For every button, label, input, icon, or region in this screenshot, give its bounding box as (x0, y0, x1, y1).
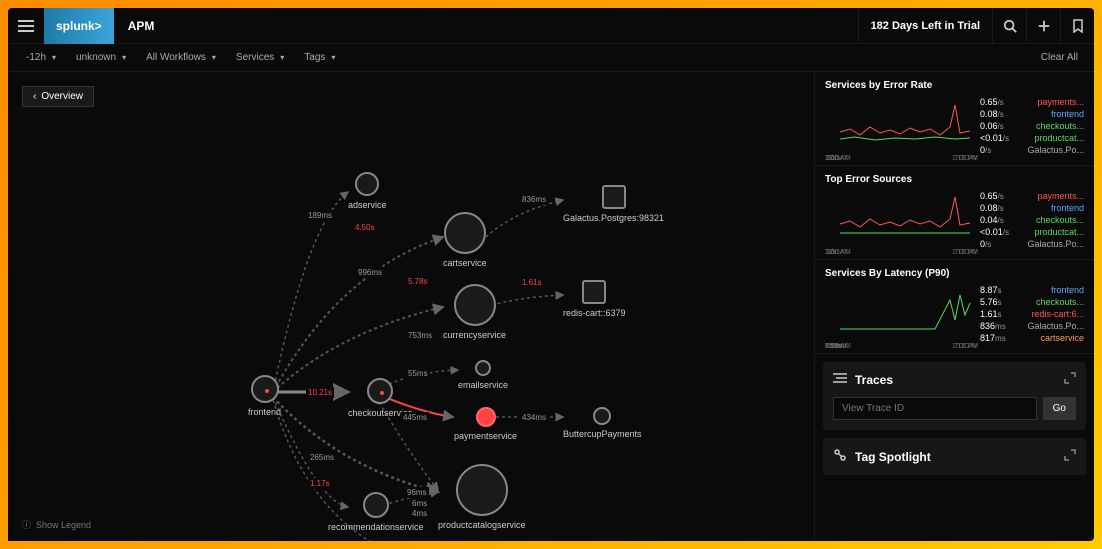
edge-label: 5.78s (406, 276, 430, 287)
latency-panel: Services By Latency (P90) 1.67s 1.11s 55… (815, 260, 1094, 354)
metric-item[interactable]: 1.61sredis-cart:6... (980, 309, 1084, 319)
hamburger-menu-icon[interactable] (8, 8, 44, 44)
node-cartservice[interactable]: cartservice (443, 212, 487, 268)
metric-item[interactable]: 0.08/sfrontend (980, 109, 1084, 119)
panel-title: Top Error Sources (825, 174, 1084, 185)
edge-label: 1.61s (520, 277, 544, 288)
node-paymentservice[interactable]: paymentservice (454, 407, 517, 441)
trial-status: 182 Days Left in Trial (858, 8, 992, 43)
node-emailservice[interactable]: emailservice (458, 360, 508, 390)
topbar: splunk> APM 182 Days Left in Trial (8, 8, 1094, 44)
edge-label: 265ms (308, 452, 336, 463)
show-legend-button[interactable]: ⓘ Show Legend (22, 518, 91, 531)
traces-title: Traces (855, 373, 893, 387)
add-icon[interactable] (1026, 8, 1060, 44)
expand-icon[interactable] (1064, 449, 1076, 464)
edge-label: 10.21s (306, 387, 334, 398)
node-productcatalogservice[interactable]: productcatalogservice (438, 464, 526, 530)
info-icon: ⓘ (22, 518, 31, 531)
metric-item[interactable]: 0/sGalactus.Po... (980, 239, 1084, 249)
expand-icon[interactable] (1064, 372, 1076, 387)
node-redis[interactable]: redis-cart::6379 (563, 280, 626, 318)
traces-panel: Traces Go (823, 362, 1086, 430)
edge-label: 55ms (406, 368, 430, 379)
go-button[interactable]: Go (1043, 397, 1076, 420)
search-icon[interactable] (992, 8, 1026, 44)
latency-chart[interactable]: 1.67s 1.11s 555ms 0ms 1:00 AM 1:10 PM TO… (825, 285, 980, 340)
node-frontend[interactable]: frontend (248, 375, 281, 417)
edge-label: 189ms (306, 210, 334, 221)
node-currencyservice[interactable]: currencyservice (443, 284, 506, 340)
spotlight-title: Tag Spotlight (855, 450, 931, 464)
service-map[interactable]: ‹ Overview frontend ad (8, 72, 814, 541)
edge-label: 836ms (520, 194, 548, 205)
metric-item[interactable]: <0.01/sproductcat... (980, 133, 1084, 143)
edge-label: 96ms (405, 487, 429, 498)
metric-item[interactable]: 0.08/sfrontend (980, 203, 1084, 213)
panel-title: Services By Latency (P90) (825, 268, 1084, 279)
latency-list: 8.87sfrontend 5.76scheckouts... 1.61sredis… (980, 285, 1084, 345)
edge-label: 753ms (406, 330, 434, 341)
metric-item[interactable]: 0.65/spayments... (980, 97, 1084, 107)
metric-item[interactable]: 8.87sfrontend (980, 285, 1084, 295)
error-rate-panel: Services by Error Rate .5/s .25/s 1:00 A… (815, 72, 1094, 166)
show-legend-label: Show Legend (36, 520, 91, 530)
metric-item[interactable]: 5.76scheckouts... (980, 297, 1084, 307)
filter-bar: -12h unknown All Workflows Services Tags… (8, 44, 1094, 72)
edge-label: 1.17s (308, 478, 332, 489)
clear-all-button[interactable]: Clear All (1033, 52, 1086, 63)
error-rate-list: 0.65/spayments... 0.08/sfrontend 0.06/sche… (980, 97, 1084, 157)
services-filter[interactable]: Services (226, 44, 294, 71)
edge-label: 434ms (520, 412, 548, 423)
metric-item[interactable]: 836msGalactus.Po... (980, 321, 1084, 331)
dependency-graph-edges (8, 72, 814, 541)
bookmark-icon[interactable] (1060, 8, 1094, 44)
time-filter[interactable]: -12h (16, 44, 66, 71)
metric-item[interactable]: 817mscartservice (980, 333, 1084, 343)
edge-label: 4.50s (353, 222, 377, 233)
node-adservice[interactable]: adservice (348, 172, 387, 210)
sidebar: Services by Error Rate .5/s .25/s 1:00 A… (814, 72, 1094, 541)
top-errors-list: 0.65/spayments... 0.08/sfrontend 0.04/sche… (980, 191, 1084, 251)
trace-id-input[interactable] (833, 397, 1037, 420)
metric-item[interactable]: 0.65/spayments... (980, 191, 1084, 201)
error-rate-chart[interactable]: .5/s .25/s 1:00 AM 1:10 PM TODAY TODAY (825, 97, 980, 152)
splunk-logo[interactable]: splunk> (44, 8, 114, 44)
edge-label: 4ms (410, 508, 429, 519)
panel-title: Services by Error Rate (825, 80, 1084, 91)
tags-filter[interactable]: Tags (294, 44, 345, 71)
edge-label: 996ms (356, 267, 384, 278)
app-title: APM (114, 19, 169, 33)
edge-label: 445ms (401, 412, 429, 423)
tag-spotlight-panel[interactable]: Tag Spotlight (823, 438, 1086, 475)
unknown-filter[interactable]: unknown (66, 44, 136, 71)
top-errors-panel: Top Error Sources .3/s .2/s 1:00 AM 1:10… (815, 166, 1094, 260)
top-errors-chart[interactable]: .3/s .2/s 1:00 AM 1:10 PM TODAY TODAY (825, 191, 980, 246)
metric-item[interactable]: 0.06/scheckouts... (980, 121, 1084, 131)
traces-icon (833, 372, 847, 387)
metric-item[interactable]: <0.01/sproductcat... (980, 227, 1084, 237)
node-galactus[interactable]: Galactus.Postgres:98321 (563, 185, 664, 223)
spotlight-icon (833, 448, 847, 465)
workflows-filter[interactable]: All Workflows (136, 44, 226, 71)
node-buttercup[interactable]: ButtercupPayments (563, 407, 642, 439)
metric-item[interactable]: 0.04/scheckouts... (980, 215, 1084, 225)
metric-item[interactable]: 0/sGalactus.Po... (980, 145, 1084, 155)
